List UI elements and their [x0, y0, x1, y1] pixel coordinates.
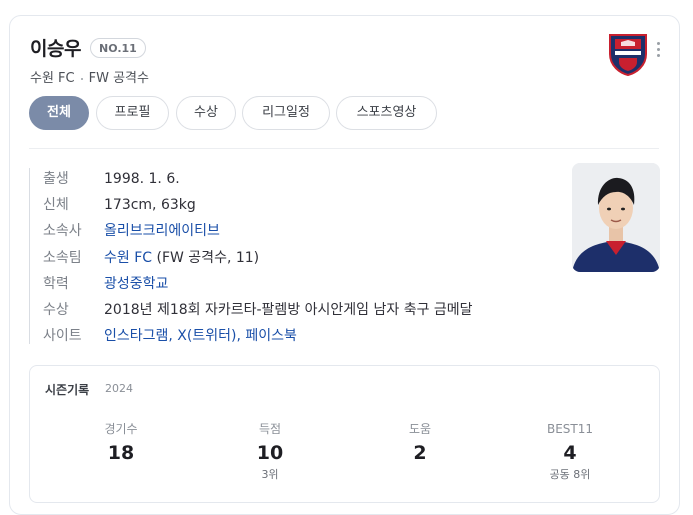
stat-sub: 3위 — [261, 468, 279, 481]
profile-value: 173cm, 63kg — [104, 194, 196, 216]
profile-value: 수원 FC (FW 공격수, 11) — [104, 247, 259, 269]
profile-bar — [29, 168, 30, 344]
player-name: 이승우 — [30, 38, 81, 60]
profile-link[interactable]: 올리브크리에이티브 — [104, 223, 220, 239]
season-year: 2024 — [105, 382, 133, 395]
stat-games: 경기수 18 — [61, 421, 181, 467]
more-vertical-icon[interactable] — [654, 42, 662, 60]
stat-best11: BEST11 4 공동 8위 — [510, 421, 630, 483]
stat-label: BEST11 — [546, 422, 594, 436]
profile-text: 2018년 제18회 자카르타-팔렘방 아시안게임 남자 축구 금메달 — [104, 302, 473, 318]
player-position: FW 공격수 — [88, 71, 149, 86]
profile-label: 출생 — [43, 171, 69, 187]
profile-text: 1998. 1. 6. — [104, 171, 180, 187]
stat-value: 18 — [107, 442, 135, 464]
stat-value: 10 — [256, 442, 284, 464]
tab-profile[interactable]: 프로필 — [96, 96, 169, 130]
tab-all[interactable]: 전체 — [29, 96, 89, 130]
profile-value: 올리브크리에이티브 — [104, 220, 220, 242]
player-card: 이승우 NO.11 수원 FC FW 공격수 전체 프로필 수상 리그일정 스포츠… — [9, 15, 680, 515]
profile-label: 소속사 — [43, 223, 82, 239]
tab-awards[interactable]: 수상 — [176, 96, 236, 130]
profile-text: (FW 공격수, 11) — [152, 250, 260, 266]
profile-value: 인스타그램, X(트위터), 페이스북 — [104, 325, 297, 347]
player-photo-image — [572, 163, 660, 272]
stat-goals: 득점 10 3위 — [210, 421, 330, 483]
stat-label: 경기수 — [104, 422, 138, 436]
profile-link[interactable]: 인스타그램, X(트위터), 페이스북 — [104, 328, 297, 344]
player-subtitle: 수원 FC FW 공격수 — [30, 67, 149, 86]
profile-label: 신체 — [43, 197, 69, 213]
profile-link[interactable]: 광성중학교 — [104, 276, 168, 292]
stat-value: 2 — [413, 442, 427, 464]
profile-text: 173cm, 63kg — [104, 197, 196, 213]
profile-value: 1998. 1. 6. — [104, 168, 180, 190]
stat-label: 도움 — [408, 422, 432, 436]
profile-label: 사이트 — [43, 328, 82, 344]
season-title: 시즌기록 — [45, 383, 90, 397]
section-divider — [29, 148, 659, 149]
profile-label: 학력 — [43, 276, 69, 292]
stat-assists: 도움 2 — [360, 421, 480, 467]
profile-label: 소속팀 — [43, 250, 82, 266]
stat-label: 득점 — [258, 422, 282, 436]
stat-value: 4 — [563, 442, 577, 464]
tab-sports-video[interactable]: 스포츠영상 — [336, 96, 437, 130]
profile-value: 광성중학교 — [104, 273, 168, 295]
season-record: 시즌기록 2024 경기수 18 득점 10 3위 도움 2 BEST11 4 … — [29, 365, 660, 503]
player-photo[interactable] — [572, 163, 660, 272]
team-emblem-icon[interactable] — [607, 32, 649, 76]
player-team[interactable]: 수원 FC — [30, 71, 75, 86]
player-number-badge: NO.11 — [90, 38, 146, 58]
profile-value: 2018년 제18회 자카르타-팔렘방 아시안게임 남자 축구 금메달 — [104, 299, 473, 321]
profile-label: 수상 — [43, 302, 69, 318]
tab-league-schedule[interactable]: 리그일정 — [242, 96, 330, 130]
profile-link[interactable]: 수원 FC — [104, 250, 152, 266]
stat-sub: 공동 8위 — [549, 468, 591, 481]
